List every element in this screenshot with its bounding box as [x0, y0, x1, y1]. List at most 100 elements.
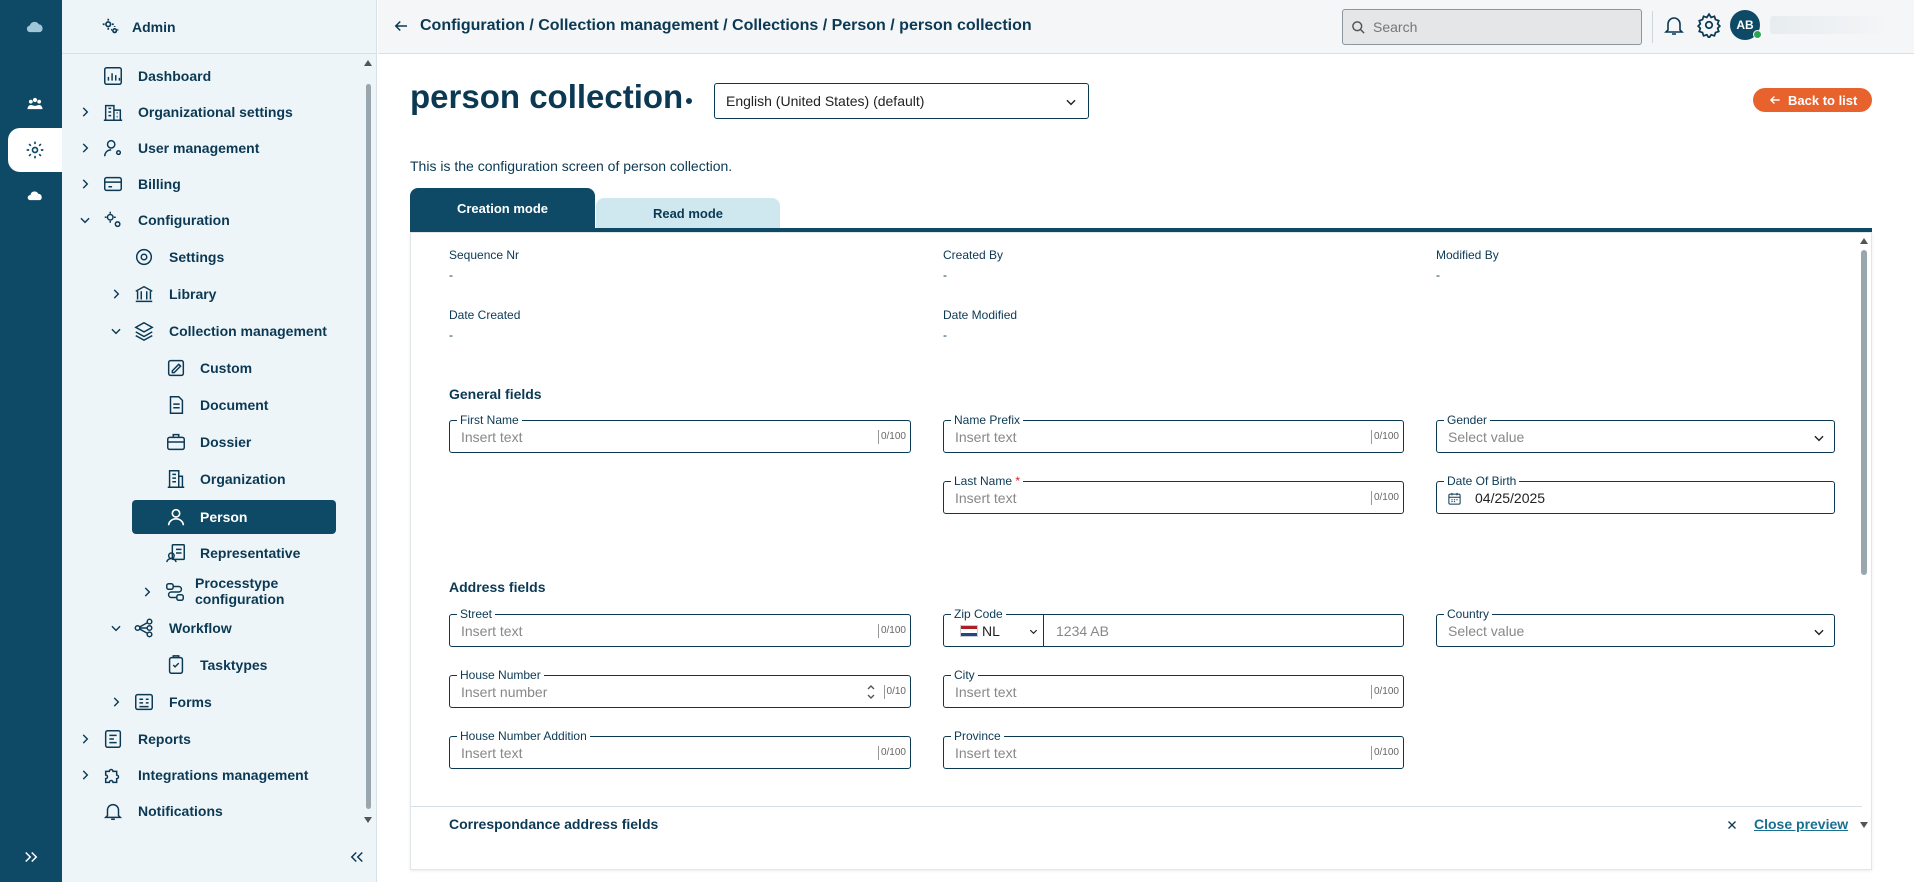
field-label: Province	[951, 729, 1004, 743]
library-icon	[133, 283, 155, 305]
first-name-field[interactable]: First Name Insert text 0/100	[449, 413, 911, 453]
sidebar-item-label: Collection management	[169, 323, 327, 339]
dashboard-icon	[102, 65, 124, 87]
house-number-field[interactable]: House Number Insert number 0/10	[449, 668, 911, 708]
form-icon	[133, 691, 155, 713]
building-icon	[102, 101, 124, 123]
zip-code-field[interactable]: Zip Code NL 1234 AB	[943, 607, 1404, 647]
number-stepper-icon[interactable]	[866, 682, 876, 702]
back-to-list-button[interactable]: Back to list	[1753, 88, 1872, 112]
expand-rail-icon[interactable]	[22, 848, 40, 866]
sidebar-item-person[interactable]: Person	[132, 500, 336, 534]
sidebar-item-dossier[interactable]: Dossier	[163, 426, 343, 458]
sidebar-scroll-up[interactable]	[364, 60, 372, 66]
admin-settings-icon[interactable]	[8, 128, 62, 172]
field-placeholder: Select value	[1448, 429, 1525, 445]
process-flow-icon	[164, 581, 186, 603]
sidebar-item-organization[interactable]: Organization	[163, 463, 343, 495]
sidebar-item-document[interactable]: Document	[163, 389, 343, 421]
collapse-sidebar-icon[interactable]	[348, 848, 366, 866]
close-icon[interactable]	[1726, 819, 1738, 831]
panel-scroll-down[interactable]	[1860, 822, 1868, 828]
country-code-value: NL	[982, 623, 1000, 639]
char-counter: 0/100	[877, 746, 906, 760]
sidebar-item-label: Organization	[200, 471, 286, 487]
field-label: Street	[457, 607, 496, 621]
sidebar-item-notifications[interactable]: Notifications	[100, 795, 340, 827]
chevron-right-icon	[78, 177, 92, 191]
settings-gear-icon[interactable]	[1696, 12, 1722, 38]
close-preview-link[interactable]: Close preview	[1754, 816, 1848, 832]
tab-creation-mode[interactable]: Creation mode	[410, 188, 595, 229]
sidebar-item-dashboard[interactable]: Dashboard	[100, 60, 340, 92]
chevron-down-icon	[1066, 99, 1076, 106]
cloud-sync-icon[interactable]	[8, 174, 62, 218]
language-value: English (United States) (default)	[726, 93, 925, 109]
sidebar-item-integrations-management[interactable]: Integrations management	[78, 759, 358, 791]
sidebar-item-reports[interactable]: Reports	[78, 723, 358, 755]
tab-read-mode[interactable]: Read mode	[596, 198, 780, 229]
sidebar-item-label: Workflow	[169, 620, 232, 636]
section-heading: Correspondance address fields	[449, 816, 659, 832]
field-label: Gender	[1444, 413, 1491, 427]
country-code-select[interactable]: NL	[944, 615, 1044, 646]
sidebar-item-processtype-configuration[interactable]: Processtype configuration	[140, 574, 340, 610]
sidebar-item-billing[interactable]: Billing	[78, 168, 358, 200]
field-placeholder: Insert text	[461, 429, 523, 445]
sidebar-item-label: Processtype configuration	[195, 575, 285, 607]
country-select[interactable]: Country Select value	[1436, 607, 1835, 647]
sidebar-item-organizational-settings[interactable]: Organizational settings	[78, 96, 358, 128]
page-description: This is the configuration screen of pers…	[410, 158, 733, 174]
panel-scrollbar[interactable]	[1861, 250, 1867, 575]
char-counter: 0/100	[1370, 746, 1399, 760]
sidebar-item-tasktypes[interactable]: Tasktypes	[163, 649, 343, 681]
sidebar-item-configuration[interactable]: Configuration	[78, 204, 358, 236]
sidebar-item-custom[interactable]: Custom	[163, 352, 343, 384]
char-counter: 0/100	[1370, 491, 1399, 505]
user-name-blurred[interactable]	[1770, 16, 1890, 34]
city-field[interactable]: City Insert text 0/100	[943, 668, 1404, 708]
breadcrumb[interactable]: Configuration / Collection management / …	[420, 17, 1032, 35]
representative-icon	[165, 542, 187, 564]
sidebar-item-library[interactable]: Library	[109, 278, 349, 310]
language-select[interactable]: English (United States) (default)	[714, 83, 1089, 119]
sidebar-item-label: Document	[200, 397, 269, 413]
gender-select[interactable]: Gender Select value	[1436, 413, 1835, 453]
char-counter: 0/100	[1370, 685, 1399, 699]
arrow-left-icon	[1769, 96, 1780, 104]
config-gear-icon	[102, 209, 124, 231]
sidebar-item-workflow[interactable]: Workflow	[109, 612, 349, 644]
sidebar-item-label: Configuration	[138, 212, 230, 228]
sidebar-item-label: Person	[200, 509, 248, 525]
date-of-birth-field[interactable]: Date Of Birth 04/25/2025	[1436, 474, 1835, 514]
calendar-icon[interactable]	[1447, 491, 1462, 506]
cloud-logo-icon[interactable]	[8, 6, 62, 50]
field-label-text: Last Name	[954, 474, 1013, 488]
sidebar-item-label: Billing	[138, 176, 181, 192]
sidebar-item-forms[interactable]: Forms	[109, 686, 349, 718]
top-bar: Configuration / Collection management / …	[378, 0, 1914, 54]
sidebar-scrollbar[interactable]	[366, 84, 371, 809]
sidebar-item-representative[interactable]: Representative	[163, 537, 343, 569]
field-placeholder: Insert text	[461, 745, 523, 761]
name-prefix-field[interactable]: Name Prefix Insert text 0/100	[943, 413, 1404, 453]
last-name-field[interactable]: Last Name * Insert text 0/100	[943, 474, 1404, 514]
search-input[interactable]: Search	[1342, 9, 1642, 45]
sidebar-item-settings[interactable]: Settings	[131, 241, 351, 273]
back-arrow-icon[interactable]	[392, 17, 410, 35]
house-number-addition-field[interactable]: House Number Addition Insert text 0/100	[449, 729, 911, 769]
status-dot	[686, 98, 692, 104]
groups-icon[interactable]	[8, 83, 62, 127]
meta-label: Date Created	[449, 308, 521, 322]
search-placeholder: Search	[1373, 19, 1418, 35]
form-preview-panel	[410, 232, 1872, 870]
meta-label: Date Modified	[943, 308, 1018, 322]
chevron-down-icon	[109, 621, 123, 635]
sidebar-scroll-down[interactable]	[364, 817, 372, 823]
sidebar-item-user-management[interactable]: User management	[78, 132, 358, 164]
sidebar-item-collection-management[interactable]: Collection management	[109, 315, 359, 347]
street-field[interactable]: Street Insert text 0/100	[449, 607, 911, 647]
notifications-bell-icon[interactable]	[1662, 13, 1686, 37]
panel-scroll-up[interactable]	[1860, 238, 1868, 244]
province-field[interactable]: Province Insert text 0/100	[943, 729, 1404, 769]
